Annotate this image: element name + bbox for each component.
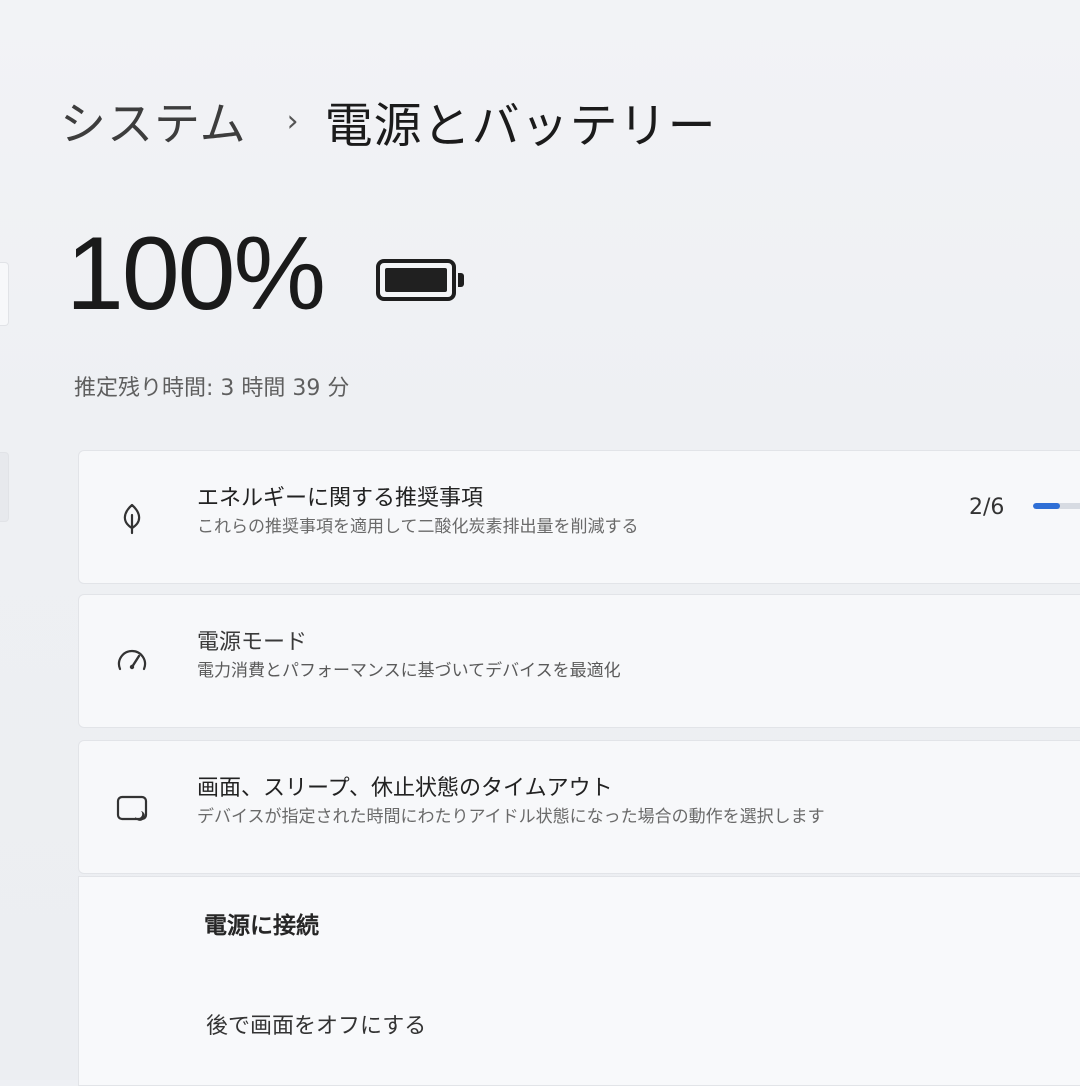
battery-summary: 100% — [66, 216, 464, 332]
energy-recommendations-title: エネルギーに関する推奨事項 — [197, 486, 484, 511]
battery-percent: 100% — [66, 216, 326, 332]
nav-pane-edge — [0, 262, 9, 326]
breadcrumb-parent-system[interactable]: システム — [60, 88, 247, 154]
timeout-settings-text: 画面、スリープ、休止状態のタイムアウト デバイスが指定された時間にわたりアイドル… — [197, 775, 825, 829]
energy-recommendations-subtitle: これらの推奨事項を適用して二酸化炭素排出量を削減する — [197, 516, 639, 537]
energy-progress-count: 2/6 — [969, 495, 1005, 520]
power-mode-card[interactable]: 電源モード 電力消費とパフォーマンスに基づいてデバイスを最適化 — [78, 594, 1080, 728]
page-title: 電源とバッテリー — [324, 98, 717, 154]
energy-progress-fill — [1033, 503, 1060, 509]
settings-page: システム › 電源とバッテリー 100% 推定残り時間: 3 時間 39 分 エ… — [0, 0, 1080, 1086]
timeout-settings-title: 画面、スリープ、休止状態のタイムアウト — [197, 776, 613, 801]
power-mode-title: 電源モード — [197, 630, 308, 655]
breadcrumb-separator-icon: › — [286, 103, 299, 139]
breadcrumb: システム › 電源とバッテリー — [60, 86, 717, 156]
power-mode-text: 電源モード 電力消費とパフォーマンスに基づいてデバイスを最適化 — [197, 629, 621, 683]
timeout-settings-card[interactable]: 画面、スリープ、休止状態のタイムアウト デバイスが指定された時間にわたりアイドル… — [78, 740, 1080, 874]
gauge-icon — [117, 649, 147, 671]
plugged-in-heading: 電源に接続 — [204, 913, 319, 939]
timeout-settings-subtitle: デバイスが指定された時間にわたりアイドル状態になった場合の動作を選択します — [197, 806, 825, 827]
nav-pane-selected-edge[interactable] — [0, 452, 9, 522]
energy-recommendations-text: エネルギーに関する推奨事項 これらの推奨事項を適用して二酸化炭素排出量を削減する — [197, 485, 639, 539]
screen-off-setting-label: 後で画面をオフにする — [206, 1014, 427, 1039]
leaf-icon — [123, 503, 141, 535]
power-mode-subtitle: 電力消費とパフォーマンスに基づいてデバイスを最適化 — [197, 660, 621, 681]
energy-recommendations-card[interactable]: エネルギーに関する推奨事項 これらの推奨事項を適用して二酸化炭素排出量を削減する… — [78, 450, 1080, 584]
energy-progress-bar — [1033, 503, 1080, 509]
battery-remaining-time: 推定残り時間: 3 時間 39 分 — [74, 376, 350, 401]
sleep-screen-icon — [116, 795, 148, 821]
battery-full-icon — [376, 259, 464, 301]
battery-level-fill — [385, 268, 447, 292]
